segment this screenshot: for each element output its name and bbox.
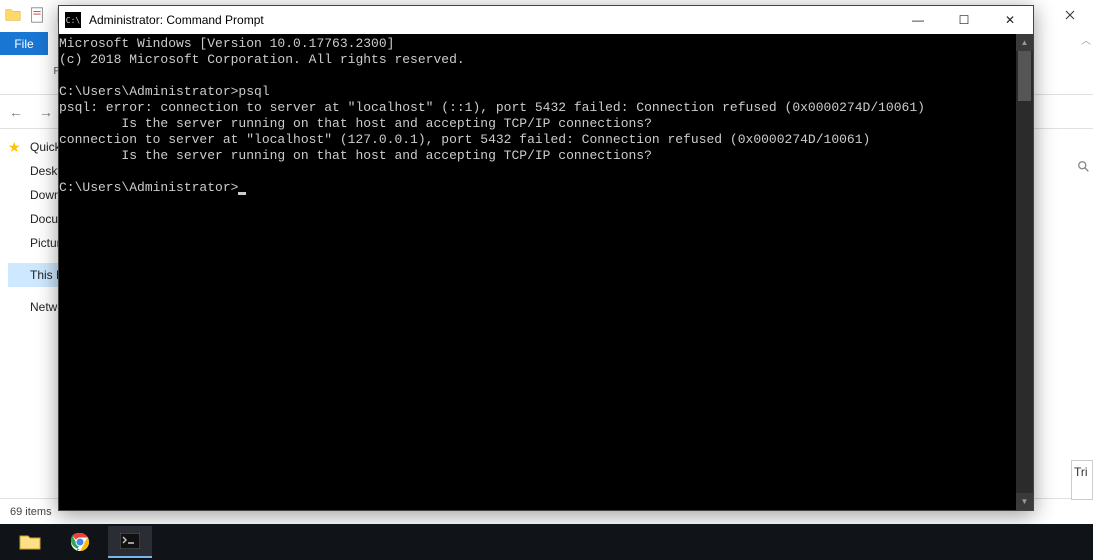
sidebar-item-quick-access[interactable]: ★ Quick access (8, 135, 58, 159)
item-count-label: 69 items (10, 506, 52, 518)
downloads-icon (8, 187, 24, 203)
close-button[interactable] (1047, 0, 1093, 30)
side-panel-text: Tri (1074, 465, 1088, 479)
sidebar-item-label: Quick access (30, 140, 58, 154)
cmd-scrollbar[interactable]: ▲ ▼ (1016, 34, 1033, 510)
cmd-close-button[interactable]: ✕ (987, 6, 1033, 34)
sidebar-item-desktop[interactable]: Desktop (8, 159, 58, 183)
explorer-sidebar: ★ Quick access Desktop Downloads Documen… (0, 129, 58, 498)
search-icon[interactable] (1077, 160, 1091, 177)
scroll-up-icon[interactable]: ︿ (1081, 32, 1091, 47)
folder-icon (4, 6, 22, 24)
cmd-icon: C:\ (65, 12, 81, 28)
cmd-terminal-output[interactable]: Microsoft Windows [Version 10.0.17763.23… (59, 34, 1016, 510)
chrome-icon (70, 532, 90, 552)
sidebar-item-network[interactable]: Network (8, 295, 58, 319)
taskbar-chrome[interactable] (58, 526, 102, 558)
sidebar-item-label: Downloads (30, 188, 58, 202)
taskbar-command-prompt[interactable] (108, 526, 152, 558)
documents-icon (8, 211, 24, 227)
taskbar-file-explorer[interactable] (8, 526, 52, 558)
document-icon (28, 6, 46, 24)
sidebar-item-label: Documents (30, 212, 58, 226)
nav-forward-button[interactable]: → (36, 104, 56, 120)
scroll-down-button[interactable]: ▼ (1016, 493, 1033, 510)
side-panel-fragment: Tri (1071, 460, 1093, 500)
this-pc-icon (8, 267, 24, 283)
sidebar-item-label: Network (30, 300, 58, 314)
sidebar-item-label: Pictures (30, 236, 58, 250)
sidebar-item-label: This PC (30, 268, 58, 282)
desktop-icon (8, 163, 24, 179)
network-icon (8, 299, 24, 315)
pictures-icon (8, 235, 24, 251)
close-icon (1065, 10, 1075, 20)
file-menu-tab[interactable]: File (0, 32, 48, 55)
sidebar-item-label: Desktop (30, 164, 58, 178)
folder-icon (19, 533, 41, 551)
cmd-maximize-button[interactable]: ☐ (941, 6, 987, 34)
taskbar (0, 524, 1093, 560)
sidebar-item-documents[interactable]: Documents (8, 207, 58, 231)
terminal-icon (120, 533, 140, 549)
cmd-minimize-button[interactable]: — (895, 6, 941, 34)
cmd-titlebar[interactable]: C:\ Administrator: Command Prompt — ☐ ✕ (59, 6, 1033, 34)
sidebar-item-downloads[interactable]: Downloads (8, 183, 58, 207)
nav-back-button[interactable]: ← (6, 104, 26, 120)
command-prompt-window[interactable]: C:\ Administrator: Command Prompt — ☐ ✕ … (58, 5, 1034, 511)
scroll-thumb[interactable] (1018, 51, 1031, 101)
star-icon: ★ (8, 139, 24, 155)
sidebar-item-pictures[interactable]: Pictures (8, 231, 58, 255)
cmd-window-title: Administrator: Command Prompt (89, 13, 264, 27)
sidebar-item-this-pc[interactable]: This PC (8, 263, 58, 287)
scroll-up-button[interactable]: ▲ (1016, 34, 1033, 51)
